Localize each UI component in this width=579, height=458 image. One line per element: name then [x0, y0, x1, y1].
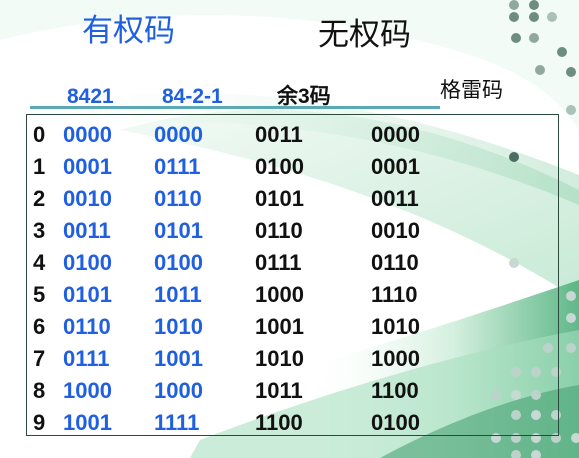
column-header-excess-3: 余3码: [277, 85, 331, 108]
column-header-84-2-1: 84-2-1: [162, 85, 223, 108]
gray-code-cell: 1110: [371, 282, 418, 307]
table-row: 8 1000 1000 1011 1100: [27, 380, 560, 412]
table-row: 1 0001 0111 0100 0001: [27, 156, 560, 188]
excess-3-cell: 0110: [255, 218, 303, 243]
code-84-2-1-cell: 1111: [154, 410, 200, 435]
table-row: 0 0000 0000 0011 0000: [27, 124, 560, 156]
code-8421-cell: 1000: [63, 378, 112, 403]
digit-cell: 5: [33, 282, 46, 307]
code-84-2-1-cell: 1011: [154, 282, 202, 307]
digit-cell: 0: [33, 122, 46, 147]
code-84-2-1-cell: 1001: [154, 346, 203, 371]
header-underline: [30, 106, 440, 109]
gray-code-cell: 0010: [371, 218, 420, 243]
code-84-2-1-cell: 0100: [154, 250, 203, 275]
digit-cell: 9: [33, 410, 46, 435]
code-84-2-1-cell: 0101: [154, 218, 203, 243]
excess-3-cell: 1001: [255, 314, 304, 339]
code-8421-cell: 0100: [63, 250, 112, 275]
excess-3-cell: 0111: [255, 250, 302, 275]
code-8421-cell: 1001: [63, 410, 112, 435]
code-8421-cell: 0101: [63, 282, 112, 307]
digit-cell: 4: [33, 250, 46, 275]
code-84-2-1-cell: 1000: [154, 378, 203, 403]
excess-3-cell: 1011: [255, 378, 303, 403]
digit-cell: 1: [33, 154, 46, 179]
code-84-2-1-cell: 0111: [154, 154, 201, 179]
gray-code-cell: 1000: [371, 346, 420, 371]
excess-3-cell: 1010: [255, 346, 304, 371]
excess-3-cell: 0011: [255, 122, 303, 147]
digit-cell: 7: [33, 346, 46, 371]
table-row: 5 0101 1011 1000 1110: [27, 284, 560, 316]
gray-code-cell: 0000: [371, 122, 420, 147]
gray-code-cell: 0001: [371, 154, 420, 179]
table-row: 9 1001 1111 1100 0100: [27, 412, 560, 444]
digit-cell: 2: [33, 186, 46, 211]
excess-3-cell: 1100: [255, 410, 303, 435]
excess-3-cell: 0101: [255, 186, 304, 211]
table-row: 6 0110 1010 1001 1010: [27, 316, 560, 348]
code-8421-cell: 0000: [63, 122, 112, 147]
digit-cell: 8: [33, 378, 46, 403]
code-84-2-1-cell: 0110: [154, 186, 202, 211]
digit-cell: 3: [33, 218, 46, 243]
table-row: 2 0010 0110 0101 0011: [27, 188, 560, 220]
digit-cell: 6: [33, 314, 46, 339]
unweighted-codes-heading: 无权码: [318, 17, 411, 53]
gray-code-cell: 1100: [371, 378, 419, 403]
code-8421-cell: 0001: [63, 154, 112, 179]
table-row: 7 0111 1001 1010 1000: [27, 348, 560, 380]
code-8421-cell: 0011: [63, 218, 111, 243]
excess-3-cell: 1000: [255, 282, 304, 307]
code-8421-cell: 0111: [63, 346, 110, 371]
weighted-codes-heading: 有权码: [82, 13, 175, 49]
gray-code-cell: 0110: [371, 250, 419, 275]
table-row: 3 0011 0101 0110 0010: [27, 220, 560, 252]
gray-code-cell: 1010: [371, 314, 420, 339]
code-8421-cell: 0010: [63, 186, 112, 211]
column-header-8421: 8421: [67, 85, 114, 108]
code-84-2-1-cell: 1010: [154, 314, 203, 339]
gray-code-cell: 0011: [371, 186, 419, 211]
code-84-2-1-cell: 0000: [154, 122, 203, 147]
gray-code-cell: 0100: [371, 410, 420, 435]
code-table: 0 0000 0000 0011 0000 1 0001 0111 0100 0…: [26, 114, 559, 436]
table-row: 4 0100 0100 0111 0110: [27, 252, 560, 284]
code-8421-cell: 0110: [63, 314, 111, 339]
column-header-gray-code: 格雷码: [440, 78, 503, 102]
excess-3-cell: 0100: [255, 154, 304, 179]
